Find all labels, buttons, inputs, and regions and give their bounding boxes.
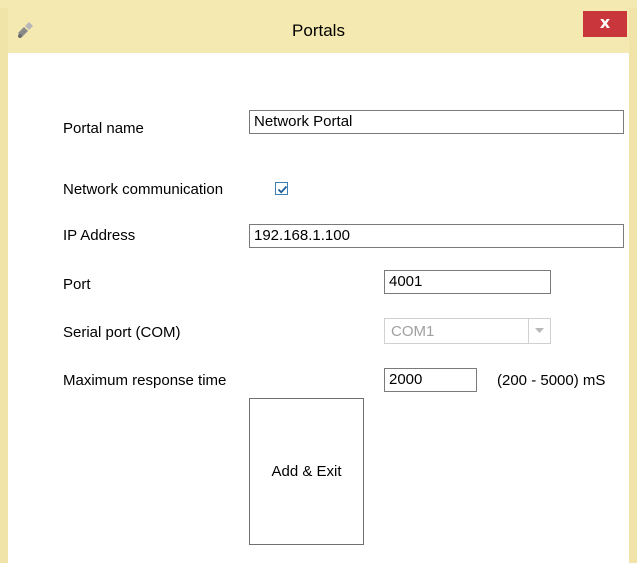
max-response-time-label: Maximum response time xyxy=(63,372,227,389)
add-exit-button[interactable]: Add & Exit xyxy=(249,398,364,545)
chevron-down-icon xyxy=(535,328,544,333)
port-label: Port xyxy=(63,276,91,293)
close-button[interactable]: x xyxy=(583,11,627,37)
port-input[interactable]: 4001 xyxy=(384,270,551,294)
serial-port-select[interactable]: COM1 xyxy=(384,318,551,344)
ip-address-input[interactable]: 192.168.1.100 xyxy=(249,224,624,248)
portal-name-input[interactable]: Network Portal xyxy=(249,110,624,134)
serial-port-label: Serial port (COM) xyxy=(63,324,181,341)
checkmark-icon xyxy=(277,185,288,194)
portal-name-label: Portal name xyxy=(63,120,144,137)
network-communication-checkbox[interactable] xyxy=(275,182,288,195)
max-response-time-input[interactable]: 2000 xyxy=(384,368,477,392)
window-right-border xyxy=(629,8,637,563)
serial-port-value: COM1 xyxy=(391,323,435,340)
response-time-range-hint: (200 - 5000) mS xyxy=(497,372,606,389)
ip-address-label: IP Address xyxy=(63,227,136,244)
window-title: Portals xyxy=(292,21,345,40)
network-communication-label: Network communication xyxy=(63,181,224,198)
dropdown-arrow[interactable] xyxy=(528,319,550,343)
window-left-border xyxy=(0,8,8,563)
